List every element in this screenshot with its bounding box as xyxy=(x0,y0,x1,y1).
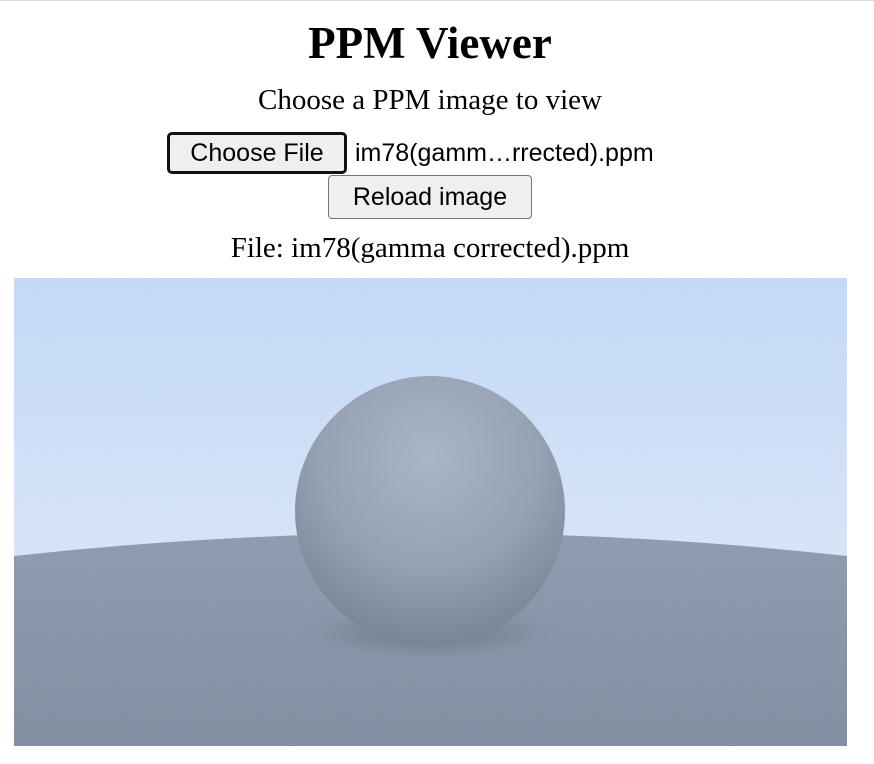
page-subtitle: Choose a PPM image to view xyxy=(258,84,602,116)
file-input[interactable]: Choose File im78(gamm…rrected).ppm xyxy=(167,132,654,174)
image-canvas xyxy=(14,278,847,746)
file-info-label: File: im78(gamma corrected).ppm xyxy=(230,232,630,264)
noise-overlay xyxy=(14,278,847,746)
choose-file-button[interactable]: Choose File xyxy=(167,132,347,174)
page-title: PPM Viewer xyxy=(308,18,552,68)
reload-image-button[interactable]: Reload image xyxy=(328,175,532,219)
top-divider xyxy=(0,0,874,1)
rendered-image xyxy=(14,278,847,746)
page: PPM Viewer Choose a PPM image to view Ch… xyxy=(0,0,874,764)
selected-file-name: im78(gamm…rrected).ppm xyxy=(355,138,654,167)
